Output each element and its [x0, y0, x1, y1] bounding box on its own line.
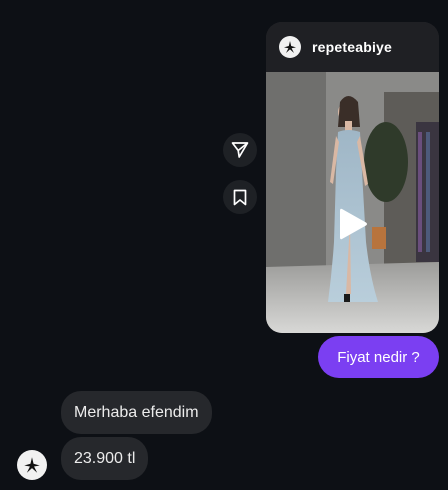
received-message-bubble[interactable]: Merhaba efendim — [61, 391, 212, 434]
reel-username[interactable]: repeteabiye — [312, 39, 392, 55]
share-button[interactable] — [223, 133, 257, 167]
bookmark-icon — [233, 189, 247, 205]
reel-video-thumbnail[interactable] — [266, 72, 439, 333]
play-button[interactable] — [335, 206, 371, 242]
brand-logo-icon — [284, 41, 296, 53]
sender-avatar[interactable] — [17, 450, 47, 480]
received-message-bubble[interactable]: 23.900 tl — [61, 437, 149, 480]
play-icon — [340, 208, 367, 240]
reel-header[interactable]: repeteabiye — [266, 22, 439, 72]
brand-logo-icon — [24, 457, 40, 473]
reel-account-avatar[interactable] — [279, 36, 301, 58]
save-button[interactable] — [223, 180, 257, 214]
sent-message-bubble[interactable]: Fiyat nedir ? — [318, 336, 439, 378]
shared-reel-card[interactable]: repeteabiye — [266, 22, 439, 333]
send-icon — [231, 142, 249, 158]
reel-thumbnail-image — [266, 72, 439, 333]
